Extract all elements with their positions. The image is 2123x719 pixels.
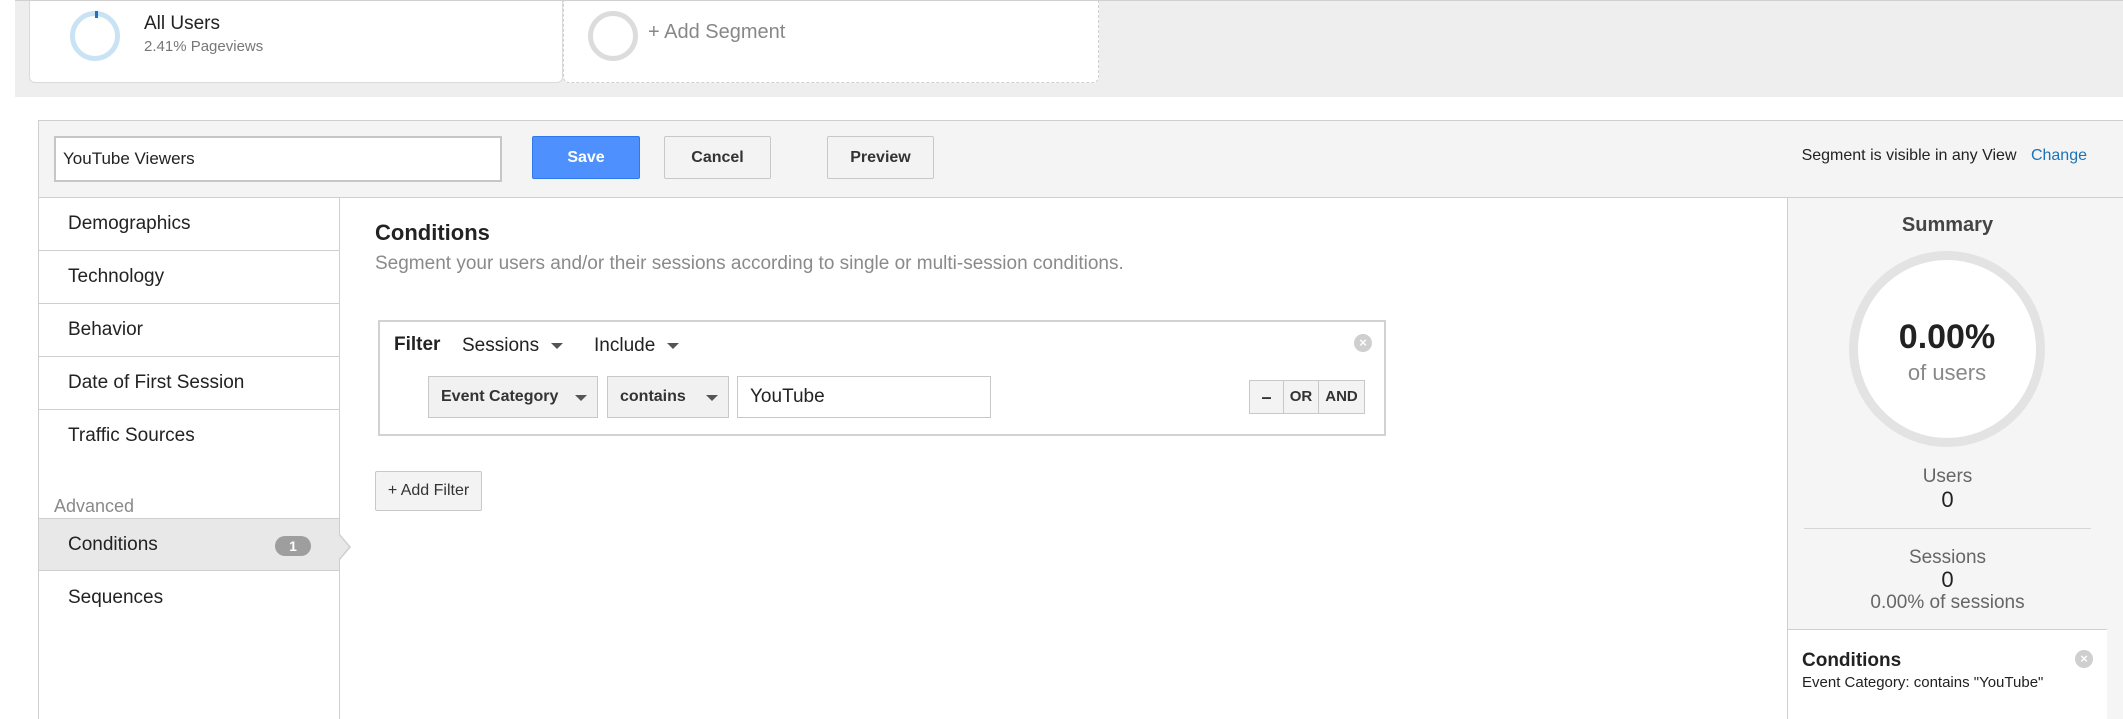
- users-value: 0: [1941, 487, 1954, 512]
- add-segment-card[interactable]: + Add Segment: [563, 1, 1099, 83]
- dimension-select[interactable]: Event Category: [428, 376, 598, 418]
- filter-label: Filter: [394, 334, 441, 355]
- nav-item-traffic-sources[interactable]: Traffic Sources: [39, 410, 339, 463]
- summary-conditions-text: Event Category: contains "YouTube": [1802, 674, 2044, 691]
- empty-segment-ring-icon: [588, 11, 638, 61]
- conditions-count-badge: 1: [275, 536, 311, 556]
- conditions-panel: Conditions Segment your users and/or the…: [340, 198, 1788, 719]
- chevron-down-icon: [575, 395, 587, 401]
- operator-value: contains: [620, 388, 686, 405]
- summary-divider: [1804, 528, 2091, 529]
- nav-advanced-heading: Advanced: [54, 496, 135, 516]
- summary-percent: 0.00%: [1898, 318, 1996, 356]
- visibility-text: Segment is visible in any View: [1801, 147, 2017, 164]
- conditions-title: Conditions: [375, 220, 490, 245]
- save-button[interactable]: Save: [532, 136, 640, 179]
- preview-button[interactable]: Preview: [827, 136, 934, 179]
- nav-item-sequences[interactable]: Sequences: [39, 572, 339, 625]
- sessions-percent: 0.00% of sessions: [1870, 592, 2025, 613]
- chevron-down-icon: [551, 342, 564, 349]
- add-segment-label: + Add Segment: [648, 21, 786, 43]
- filter-scope-value: Sessions: [462, 335, 540, 356]
- nav-item-demographics[interactable]: Demographics: [39, 198, 339, 251]
- segment-ring-icon: [70, 11, 120, 61]
- summary-panel: Summary 0.00% of users Users 0 Sessions …: [1787, 198, 2123, 719]
- or-condition-button[interactable]: OR: [1283, 380, 1319, 414]
- nav-item-behavior[interactable]: Behavior: [39, 304, 339, 357]
- sessions-value: 0: [1941, 567, 1954, 592]
- summary-title: Summary: [1901, 214, 1994, 236]
- conditions-description: Segment your users and/or their sessions…: [375, 253, 1124, 274]
- condition-value-input[interactable]: [737, 376, 991, 418]
- segment-visibility: Segment is visible in any View Change: [1802, 147, 2087, 165]
- nav-item-label: Conditions: [68, 534, 158, 555]
- dimension-value: Event Category: [441, 388, 559, 405]
- segment-title: All Users: [144, 13, 221, 34]
- segment-name-input[interactable]: [54, 136, 502, 182]
- sessions-label: Sessions: [1908, 547, 1987, 568]
- users-label: Users: [1922, 466, 1973, 487]
- summary-donut: 0.00% of users: [1849, 251, 2045, 447]
- chevron-down-icon: [667, 342, 680, 349]
- nav-item-date-of-first-session[interactable]: Date of First Session: [39, 357, 339, 410]
- filter-mode-value: Include: [594, 335, 656, 356]
- segment-subtitle: 2.41% Pageviews: [144, 38, 264, 55]
- filter-block: Filter Sessions Include × Event Category…: [378, 320, 1386, 436]
- summary-conditions-title: Conditions: [1802, 650, 1902, 671]
- remove-condition-button[interactable]: –: [1249, 380, 1284, 414]
- segment-card-all-users[interactable]: All Users 2.41% Pageviews: [29, 1, 563, 83]
- and-condition-button[interactable]: AND: [1318, 380, 1365, 414]
- editor-toolbar: Save Cancel Preview Segment is visible i…: [39, 121, 2123, 198]
- nav-item-conditions[interactable]: Conditions 1: [39, 518, 339, 571]
- filter-scope-dropdown[interactable]: Sessions: [462, 335, 564, 357]
- change-visibility-link[interactable]: Change: [2031, 147, 2087, 164]
- remove-condition-icon[interactable]: ×: [2075, 650, 2093, 668]
- remove-filter-icon[interactable]: ×: [1354, 334, 1372, 352]
- summary-conditions-card: Conditions Event Category: contains "You…: [1788, 629, 2107, 719]
- cancel-button[interactable]: Cancel: [664, 136, 771, 179]
- summary-of-label: of users: [1907, 360, 1987, 385]
- segment-editor: Save Cancel Preview Segment is visible i…: [38, 120, 2123, 719]
- operator-select[interactable]: contains: [607, 376, 729, 418]
- chevron-down-icon: [706, 395, 718, 401]
- filter-mode-dropdown[interactable]: Include: [594, 335, 680, 357]
- segment-strip: All Users 2.41% Pageviews + Add Segment: [15, 0, 2123, 97]
- add-filter-button[interactable]: + Add Filter: [375, 471, 482, 511]
- segment-category-nav: Demographics Technology Behavior Date of…: [39, 198, 340, 719]
- nav-item-technology[interactable]: Technology: [39, 251, 339, 304]
